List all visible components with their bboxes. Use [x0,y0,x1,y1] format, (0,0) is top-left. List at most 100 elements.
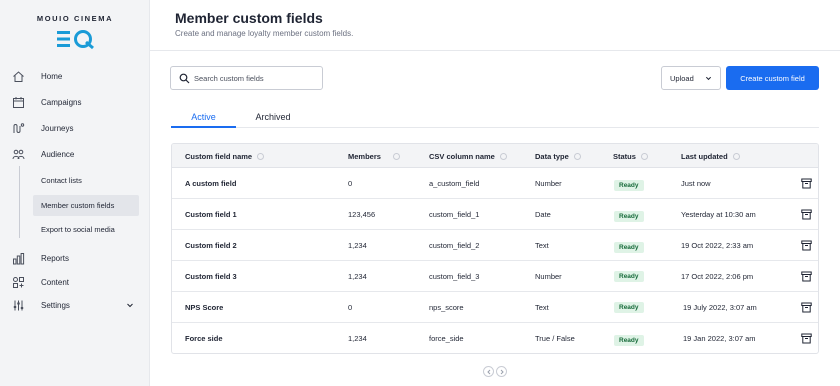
nav-label: Campaigns [41,97,82,107]
status-badge: Ready [614,271,644,282]
tab-archived[interactable]: Archived [243,106,303,128]
calendar-icon [13,96,24,108]
cell-status: Ready [614,232,644,263]
upload-dropdown[interactable]: Upload [661,66,721,90]
submenu-line [19,166,20,238]
cell-members: 1,234 [348,272,367,281]
chevron-right-icon [500,369,504,374]
sliders-icon [13,300,24,310]
table-row[interactable]: Custom field 1 123,456 custom_field_1 Da… [172,199,818,232]
cell-members: 0 [348,179,353,188]
cell-status: Ready [614,325,644,353]
cell-members: 123,456 [348,210,376,219]
cell-name: A custom field [185,179,237,188]
sidebar-item-member-custom-fields[interactable]: Member custom fields [33,195,139,216]
nav-label: Home [41,71,63,81]
column-header-status[interactable]: Status [613,144,648,168]
column-header-name[interactable]: Custom field name [185,144,265,168]
cell-name: Force side [185,334,223,343]
column-header-members[interactable]: Members [348,144,400,168]
column-header-updated[interactable]: Last updated [681,144,740,168]
archive-icon[interactable] [801,271,812,282]
nav-label: Audience [41,149,75,159]
cell-csv: force_side [429,334,464,343]
journey-icon [13,122,25,133]
cell-members: 1,234 [348,241,367,250]
sort-icon [257,152,265,160]
cell-status: Ready [614,261,644,292]
status-badge: Ready [614,180,644,191]
cell-type: Number [535,272,562,281]
cell-csv: nps_score [429,303,464,312]
nav-item-settings[interactable]: Settings [0,295,150,315]
cell-type: Text [535,241,549,250]
table-row[interactable]: Force side 1,234 force_side True / False… [172,323,818,353]
sidebar-item-contact-lists[interactable]: Contact lists [33,170,139,191]
column-header-type[interactable]: Data type [535,144,581,168]
sort-icon [499,152,507,160]
page-title: Member custom fields [175,10,323,26]
page-subtitle: Create and manage loyalty member custom … [175,29,354,38]
search-box[interactable] [170,66,323,90]
custom-fields-table: Custom field name Members CSV column nam… [171,143,819,354]
cell-status: Ready [614,201,644,232]
nav-item-home[interactable]: Home [0,66,150,86]
archive-icon[interactable] [801,240,812,251]
cell-type: Text [535,303,549,312]
create-custom-field-button[interactable]: Create custom field [726,66,819,90]
cell-type: Number [535,179,562,188]
sort-icon [392,152,400,160]
sort-icon [640,152,648,160]
next-page-button[interactable] [496,366,507,377]
archive-icon[interactable] [801,333,812,344]
people-icon [12,149,25,159]
archive-icon[interactable] [801,209,812,220]
active-tab-indicator [171,126,236,128]
table-header: Custom field name Members CSV column nam… [172,144,818,168]
table-row[interactable]: A custom field 0 a_custom_field Number R… [172,168,818,201]
bar-chart-icon [13,252,25,264]
nav-item-campaigns[interactable]: Campaigns [0,92,150,112]
chevron-down-icon [127,303,133,308]
cell-updated: Yesterday at 10:30 am [681,210,756,219]
nav-label: Settings [41,300,70,310]
search-input[interactable] [194,70,320,86]
table-row[interactable]: Custom field 2 1,234 custom_field_2 Text… [172,230,818,263]
cell-members: 0 [348,303,353,312]
status-badge: Ready [614,302,644,313]
cell-members: 1,234 [348,334,367,343]
cell-name: Custom field 3 [185,272,237,281]
cell-csv: custom_field_3 [429,272,480,281]
nav-item-content[interactable]: Content [0,272,150,292]
chevron-left-icon [486,369,490,374]
archive-icon[interactable] [801,302,812,313]
cell-name: Custom field 1 [185,210,237,219]
sort-icon [732,152,740,160]
cell-csv: a_custom_field [429,179,480,188]
nav-item-reports[interactable]: Reports [0,248,150,268]
table-row[interactable]: Custom field 3 1,234 custom_field_3 Numb… [172,261,818,292]
nav-item-audience[interactable]: Audience [0,144,150,164]
cell-csv: custom_field_1 [429,210,480,219]
column-header-csv[interactable]: CSV column name [429,144,507,168]
pagination [483,366,509,378]
previous-page-button[interactable] [483,366,494,377]
cell-updated: 19 Jan 2022, 3:07 am [683,334,756,343]
cell-type: Date [535,210,551,219]
nav-label: Journeys [41,123,74,133]
tab-active[interactable]: Active [171,106,236,128]
status-badge: Ready [614,242,644,253]
archive-icon[interactable] [801,178,812,189]
cell-name: NPS Score [185,303,224,312]
brand-name: MOUIO CINEMA [36,14,114,23]
cell-status: Ready [614,170,644,201]
eq-logo [57,30,94,50]
sidebar-item-export-to-social-media[interactable]: Export to social media [33,219,139,240]
nav-item-journeys[interactable]: Journeys [0,118,150,138]
cell-updated: Just now [681,179,711,188]
table-row[interactable]: NPS Score 0 nps_score Text Ready 19 July… [172,292,818,323]
search-icon [179,73,190,84]
cell-updated: 17 Oct 2022, 2:06 pm [681,272,754,281]
sort-icon [573,152,581,160]
nav-label: Reports [41,253,70,263]
